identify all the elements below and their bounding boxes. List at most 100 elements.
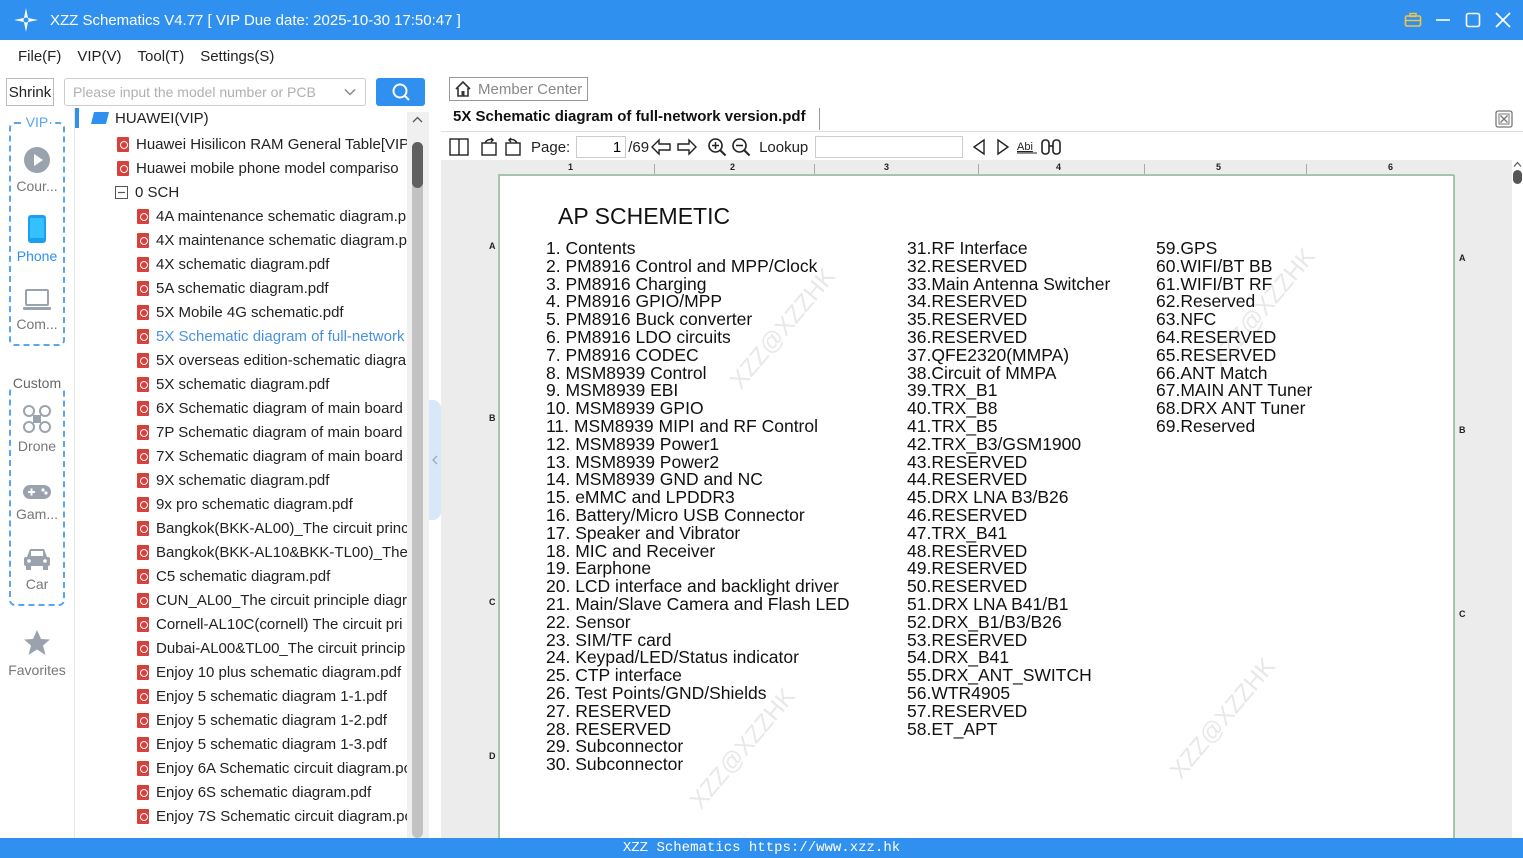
ruler-column-label: 6: [1388, 162, 1394, 172]
play-circle-icon: [24, 147, 50, 173]
close-tab-icon[interactable]: [1495, 110, 1513, 131]
tree-scroll-thumb[interactable]: [412, 142, 423, 188]
scroll-up-arrow-icon[interactable]: [412, 116, 423, 124]
page-number-input[interactable]: [576, 136, 627, 158]
maximize-icon[interactable]: [1463, 10, 1483, 30]
viewer-scrollbar[interactable]: [1512, 160, 1523, 838]
collapse-left-icon[interactable]: [431, 454, 439, 466]
viewer-scroll-up-icon[interactable]: [1513, 161, 1522, 168]
zoom-in-icon[interactable]: [705, 135, 729, 159]
tree-file-row[interactable]: 4A maintenance schematic diagram.p: [137, 204, 406, 228]
chevron-down-icon[interactable]: [343, 85, 357, 102]
vip-briefcase-icon[interactable]: [1403, 10, 1423, 30]
tree-file-row[interactable]: Bangkok(BKK-AL10&BKK-TL00)_The c: [137, 540, 419, 564]
toc-entry: 57.RESERVED: [907, 700, 1028, 721]
tree-file-row[interactable]: Enjoy 5 schematic diagram 1-2.pdf: [137, 708, 387, 732]
tree-file-row-selected[interactable]: 5X Schematic diagram of full-network: [137, 324, 404, 348]
tree-file-row[interactable]: 9x pro schematic diagram.pdf: [137, 492, 353, 516]
tab-separator: [819, 108, 820, 130]
pdf-file-icon: [137, 544, 149, 560]
tree-file-row[interactable]: 7X Schematic diagram of main board: [137, 444, 403, 468]
tree-file-row[interactable]: 5X schematic diagram.pdf: [137, 372, 329, 396]
pdf-toolbar: Page: /69 Lookup Abi: [441, 134, 1523, 160]
document-tab[interactable]: 5X Schematic diagram of full-network ver…: [453, 108, 806, 125]
tree-file-row[interactable]: Enjoy 5 schematic diagram 1-1.pdf: [137, 684, 387, 708]
two-page-icon[interactable]: [447, 135, 471, 159]
tree-file-row[interactable]: Enjoy 6A Schematic circuit diagram.pc: [137, 756, 411, 780]
pdf-viewer[interactable]: 123456 AABBCCD AP SCHEMETIC 1. Contents 2…: [441, 160, 1512, 838]
search-combobox[interactable]: [64, 78, 366, 106]
rotate-left-icon[interactable]: [477, 135, 501, 159]
tree-file-row[interactable]: Dubai-AL00&TL00_The circuit princip: [137, 636, 405, 660]
find-next-icon[interactable]: [991, 135, 1015, 159]
tree-file-row[interactable]: 6X Schematic diagram of main board: [137, 396, 403, 420]
tree-file-row[interactable]: Enjoy 6S schematic diagram.pdf: [137, 780, 371, 804]
rail-item-courses[interactable]: Cour...: [0, 146, 74, 194]
tree-file-row[interactable]: Enjoy 10 plus schematic diagram.pdf: [137, 660, 401, 684]
title-bar: XZZ Schematics V4.77 [ VIP Due date: 202…: [0, 0, 1523, 40]
tree-file-row[interactable]: CUN_AL00_The circuit principle diagra: [137, 588, 415, 612]
tree-file-row[interactable]: C5 schematic diagram.pdf: [137, 564, 330, 588]
tree-file-row[interactable]: 5X overseas edition-schematic diagra: [137, 348, 406, 372]
pdf-file-icon: [137, 496, 149, 512]
rotate-right-icon[interactable]: [501, 135, 525, 159]
lookup-input[interactable]: [815, 136, 964, 158]
tree-file-row[interactable]: 9X schematic diagram.pdf: [137, 468, 329, 492]
pdf-file-icon: [117, 136, 129, 152]
tree-root-huawei[interactable]: HUAWEI(VIP): [91, 108, 209, 130]
panel-splitter[interactable]: [429, 400, 441, 520]
tree-scrollbar[interactable]: [407, 112, 429, 838]
next-page-arrow-icon[interactable]: [675, 135, 699, 159]
minimize-icon[interactable]: [1433, 10, 1453, 30]
toc-entry: 37.QFE2320(MMPA): [907, 344, 1070, 365]
shrink-button[interactable]: Shrink: [6, 78, 54, 106]
find-prev-icon[interactable]: [967, 135, 991, 159]
member-center-button[interactable]: Member Center: [449, 77, 588, 101]
toc-entry: 32.RESERVED: [907, 255, 1028, 276]
tree-file-row[interactable]: Cornell-AL10C(cornell) The circuit pri: [137, 612, 402, 636]
tree-file-row[interactable]: 5A schematic diagram.pdf: [137, 276, 329, 300]
tree-file-row[interactable]: Huawei Hisilicon RAM General Table[VIP: [117, 132, 409, 156]
search-button[interactable]: [376, 78, 425, 106]
tree-file-row[interactable]: 4X maintenance schematic diagram.p: [137, 228, 407, 252]
toc-entry: 17. Speaker and Vibrator: [546, 522, 741, 543]
prev-page-arrow-icon[interactable]: [649, 135, 673, 159]
tree-file-row[interactable]: Enjoy 5 schematic diagram 1-3.pdf: [137, 732, 387, 756]
close-icon[interactable]: [1493, 10, 1513, 30]
binoculars-icon[interactable]: [1039, 135, 1063, 159]
menu-bar: File(F) VIP(V) Tool(T) Settings(S): [0, 40, 1523, 72]
rail-item-gamepad[interactable]: Gam...: [0, 482, 74, 522]
toc-entry: 69.Reserved: [1156, 415, 1256, 436]
rail-item-computer[interactable]: Com...: [0, 288, 74, 332]
tree-file-row[interactable]: 4X schematic diagram.pdf: [137, 252, 329, 276]
tree-file-row[interactable]: Huawei mobile phone model compariso: [117, 156, 399, 180]
match-case-icon[interactable]: Abi: [1015, 135, 1039, 159]
menu-vip[interactable]: VIP(V): [77, 48, 121, 65]
car-icon: [24, 549, 50, 570]
tree-file-row[interactable]: 7P Schematic diagram of main board: [137, 420, 403, 444]
menu-file[interactable]: File(F): [18, 48, 61, 65]
collapse-box-icon[interactable]: [115, 185, 128, 199]
zoom-out-icon[interactable]: [729, 135, 753, 159]
rail-item-phone[interactable]: Phone: [0, 214, 74, 264]
viewer-scroll-thumb[interactable]: [1513, 170, 1522, 184]
rail-item-favorites[interactable]: Favorites: [0, 628, 74, 678]
rail-item-drone[interactable]: Drone: [0, 404, 74, 454]
ruler-tick: [978, 164, 979, 174]
tree-file-row[interactable]: 5X Mobile 4G schematic.pdf: [137, 300, 344, 324]
toc-entry: 52.DRX_B1/B3/B26: [907, 611, 1062, 632]
search-input[interactable]: [73, 84, 333, 100]
phone-icon: [28, 215, 46, 243]
tree-folder-0-sch[interactable]: 0 SCH: [115, 180, 179, 204]
rail-item-car[interactable]: Car: [0, 546, 74, 592]
toc-entry: 12. MSM8939 Power1: [546, 433, 720, 454]
pdf-file-icon: [117, 160, 129, 176]
toc-entry: 2. PM8916 Control and MPP/Clock: [546, 255, 818, 276]
ruler-tick: [1144, 164, 1145, 174]
document-heading: AP SCHEMETIC: [558, 203, 731, 229]
tree-file-row[interactable]: Bangkok(BKK-AL00)_The circuit princ: [137, 516, 409, 540]
menu-tool[interactable]: Tool(T): [138, 48, 185, 65]
menu-settings[interactable]: Settings(S): [200, 48, 274, 65]
pdf-file-icon: [137, 424, 149, 440]
tree-file-row[interactable]: Enjoy 7S Schematic circuit diagram.pc: [137, 804, 412, 828]
